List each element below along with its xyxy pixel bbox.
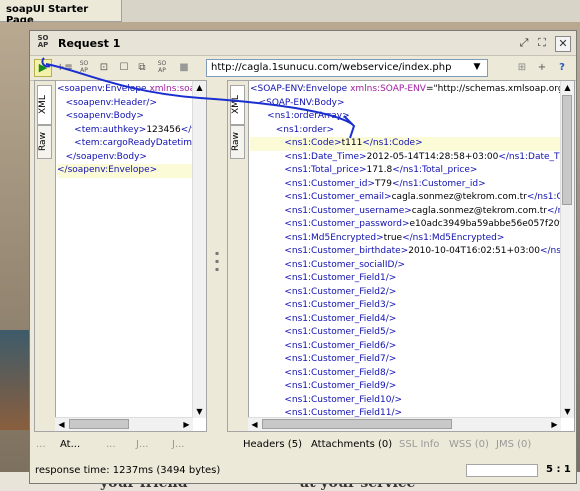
annotation-arrow-head <box>343 115 356 139</box>
annotation-arrow <box>41 57 356 139</box>
annotation-arrow-line <box>45 63 353 125</box>
